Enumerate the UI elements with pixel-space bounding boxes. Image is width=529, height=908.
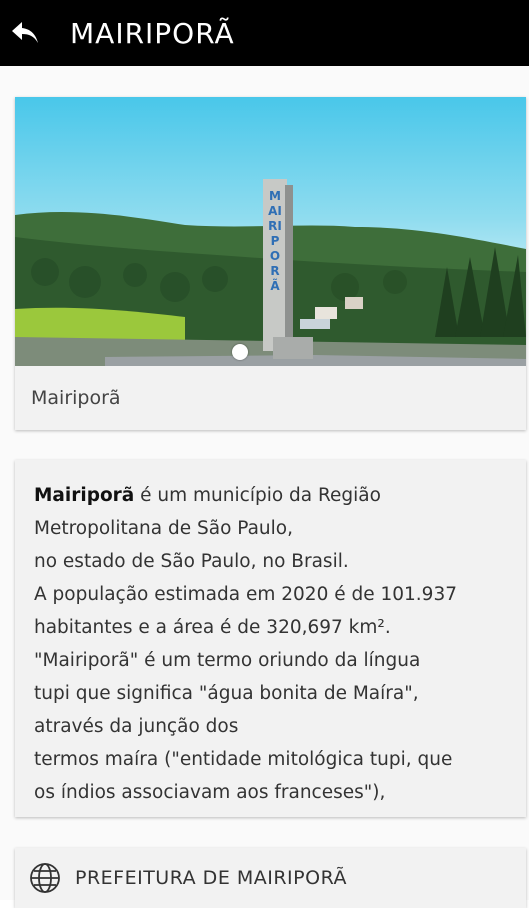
description-line: Metropolitana de São Paulo, — [34, 518, 293, 539]
back-button[interactable] — [0, 0, 58, 66]
description-line: A população estimada em 2020 é de 101.93… — [34, 584, 457, 605]
carousel-indicator-dot[interactable] — [232, 344, 248, 360]
description-line: habitantes e a área é de 320,697 km². — [34, 617, 391, 638]
description-line: termos maíra ("entidade mitológica tupi,… — [34, 749, 453, 770]
photo-caption: Mairiporã — [15, 366, 526, 430]
photo-card: MAIRIPORÃ Mairiporã — [15, 97, 526, 430]
description-card: Mairiporã é um município da Região Metro… — [15, 460, 526, 817]
back-arrow-icon — [12, 22, 38, 43]
description-line: os índios associavam aos franceses"), — [34, 782, 386, 803]
description-line: através da junção dos — [34, 716, 239, 737]
monument-label: MAIRIPORÃ — [268, 189, 282, 293]
description-line: tupi que significa "água bonita de Maíra… — [34, 683, 419, 704]
city-photo[interactable]: MAIRIPORÃ — [15, 97, 526, 366]
description-line: no estado de São Paulo, no Brasil. — [34, 551, 349, 572]
description-text: Mairiporã é um município da Região Metro… — [15, 460, 526, 808]
app-bar: MAIRIPORÃ — [0, 0, 529, 66]
link-label: PREFEITURA DE MAIRIPORÃ — [75, 867, 347, 889]
page-title: MAIRIPORÃ — [70, 16, 235, 50]
globe-icon — [30, 863, 60, 893]
content-area: MAIRIPORÃ Mairiporã Mairiporã é um munic… — [0, 66, 529, 908]
prefeitura-link[interactable]: PREFEITURA DE MAIRIPORÃ — [15, 848, 526, 908]
description-line: é um município da Região — [134, 485, 381, 506]
city-name: Mairiporã — [34, 485, 135, 506]
description-line: "Mairiporã" é um termo oriundo da língua — [34, 650, 421, 671]
